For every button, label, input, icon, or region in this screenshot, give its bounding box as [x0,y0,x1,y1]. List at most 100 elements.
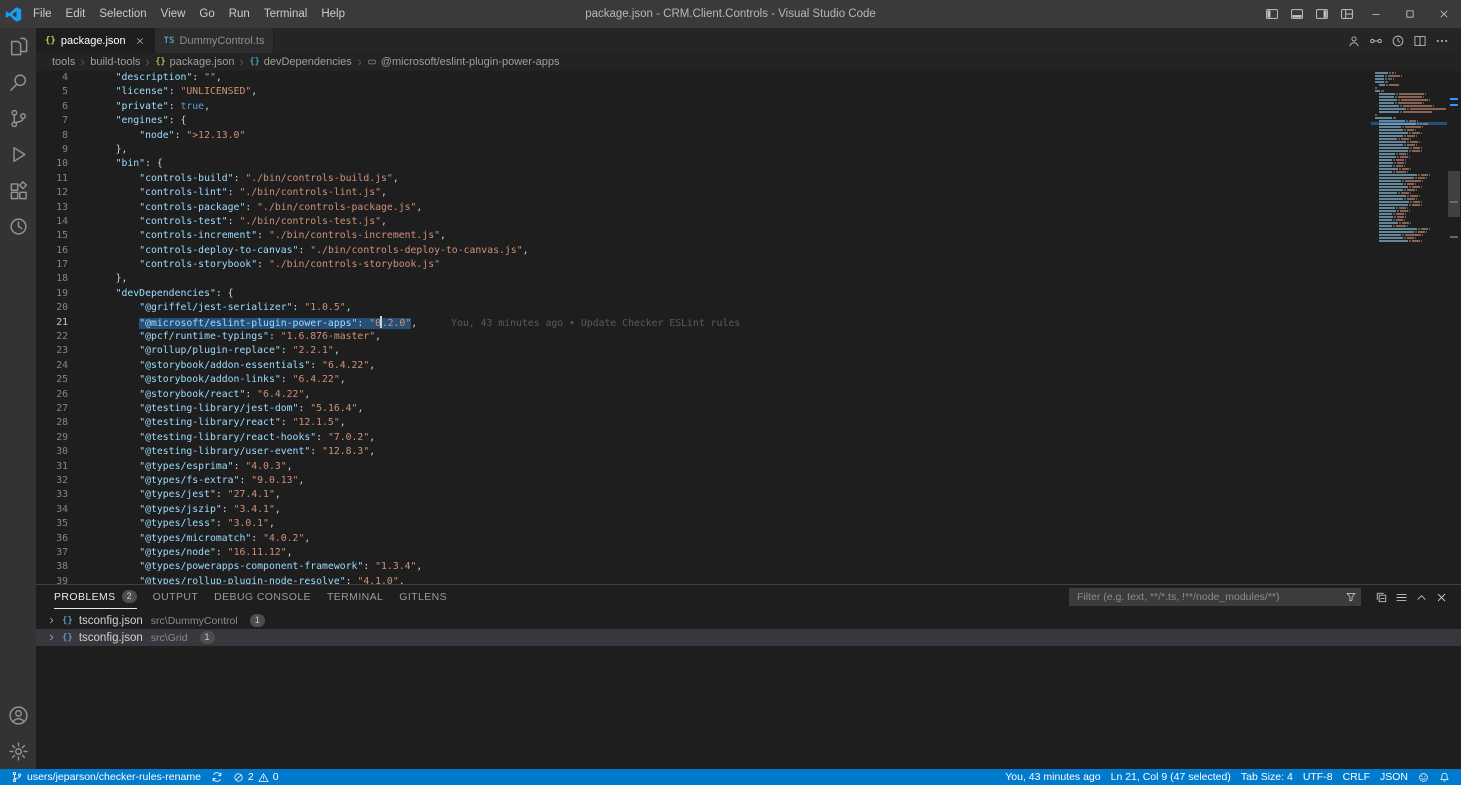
customize-layout-icon[interactable] [1334,0,1359,28]
panel-tab-terminal[interactable]: TERMINAL [327,585,383,609]
code-line[interactable]: 15 "controls-increment": "./bin/controls… [36,229,1371,243]
notifications-status[interactable] [1434,772,1455,783]
code-line[interactable]: 22 "@pcf/runtime-typings": "1.6.876-mast… [36,330,1371,344]
code-line[interactable]: 27 "@testing-library/jest-dom": "5.16.4"… [36,402,1371,416]
activitybar-gitlens[interactable] [0,208,36,244]
code-line[interactable]: 38 "@types/powerapps-component-framework… [36,560,1371,574]
code-line[interactable]: 36 "@types/micromatch": "4.0.2", [36,532,1371,546]
activitybar-source-control[interactable] [0,100,36,136]
code-line[interactable]: 33 "@types/jest": "27.4.1", [36,488,1371,502]
menu-item-help[interactable]: Help [314,0,352,28]
feedback-status[interactable] [1413,772,1434,783]
activitybar-accounts[interactable] [0,697,36,733]
maximize-button[interactable] [1393,0,1427,28]
language-mode-status[interactable]: JSON [1375,771,1413,783]
scrollbar-slider[interactable] [1448,171,1460,217]
toggle-sidebar-icon[interactable] [1259,0,1284,28]
code-line[interactable]: 18 }, [36,272,1371,286]
code-line[interactable]: 21 "@microsoft/eslint-plugin-power-apps"… [36,316,1371,330]
code-line[interactable]: 19 "devDependencies": { [36,287,1371,301]
code-line[interactable]: 23 "@rollup/plugin-replace": "2.2.1", [36,344,1371,358]
code-line[interactable]: 13 "controls-package": "./bin/controls-p… [36,201,1371,215]
code-line[interactable]: 17 "controls-storybook": "./bin/controls… [36,258,1371,272]
code-line[interactable]: 34 "@types/jszip": "3.4.1", [36,503,1371,517]
tab-DummyControl.ts[interactable]: TSDummyControl.ts [155,28,275,53]
activitybar-search[interactable] [0,64,36,100]
code-line[interactable]: 26 "@storybook/react": "6.4.22", [36,388,1371,402]
problem-row[interactable]: {}tsconfig.jsonsrc\DummyControl1 [36,612,1461,629]
editor-scrollbar[interactable] [1447,71,1461,584]
code-line[interactable]: 25 "@storybook/addon-links": "6.4.22", [36,373,1371,387]
code-line[interactable]: 39 "@types/rollup-plugin-node-resolve": … [36,575,1371,584]
breadcrumb-item[interactable]: {}devDependencies [249,56,351,68]
code-line[interactable]: 35 "@types/less": "3.0.1", [36,517,1371,531]
code-line[interactable]: 12 "controls-lint": "./bin/controls-lint… [36,186,1371,200]
minimize-button[interactable] [1359,0,1393,28]
menu-item-run[interactable]: Run [222,0,257,28]
breadcrumb-item[interactable]: {}package.json [155,56,234,68]
code-line[interactable]: 30 "@testing-library/user-event": "12.8.… [36,445,1371,459]
tab-size-status[interactable]: Tab Size: 4 [1236,771,1298,783]
encoding-status[interactable]: UTF-8 [1298,771,1338,783]
menu-item-edit[interactable]: Edit [59,0,93,28]
problem-row[interactable]: {}tsconfig.jsonsrc\Grid1 [36,629,1461,646]
panel-tab-debug-console[interactable]: DEBUG CONSOLE [214,585,311,609]
blame-status[interactable]: You, 43 minutes ago [1000,771,1105,783]
problems-filter-input[interactable] [1075,590,1345,604]
activitybar-run-debug[interactable] [0,136,36,172]
activitybar-settings[interactable] [0,733,36,769]
activitybar-explorer[interactable] [0,28,36,64]
more-actions-icon[interactable] [1431,28,1453,53]
minimap[interactable] [1371,71,1447,584]
code-line[interactable]: 8 "node": ">12.13.0" [36,129,1371,143]
close-panel-icon[interactable] [1431,585,1451,609]
tab-package.json[interactable]: {}package.json [36,28,155,53]
close-tab-icon[interactable] [135,36,145,46]
breadcrumb-item[interactable]: build-tools [90,56,140,68]
breadcrumb-item[interactable]: @microsoft/eslint-plugin-power-apps [367,56,560,68]
collapse-all-panel-icon[interactable] [1371,585,1391,609]
code-line[interactable]: 9 }, [36,143,1371,157]
code-line[interactable]: 37 "@types/node": "16.11.12", [36,546,1371,560]
code-line[interactable]: 14 "controls-test": "./bin/controls-test… [36,215,1371,229]
code-line[interactable]: 32 "@types/fs-extra": "9.0.13", [36,474,1371,488]
menu-item-selection[interactable]: Selection [92,0,153,28]
code-line[interactable]: 31 "@types/esprima": "4.0.3", [36,460,1371,474]
code-token: "3.4.1" [234,504,275,515]
menu-item-terminal[interactable]: Terminal [257,0,314,28]
code-line[interactable]: 29 "@testing-library/react-hooks": "7.0.… [36,431,1371,445]
panel-tab-output[interactable]: OUTPUT [153,585,199,609]
problems-status[interactable]: 2 0 [228,771,284,783]
menu-item-view[interactable]: View [154,0,193,28]
activitybar-extensions[interactable] [0,172,36,208]
open-changes-icon[interactable] [1365,28,1387,53]
cursor-position-status[interactable]: Ln 21, Col 9 (47 selected) [1106,771,1236,783]
toggle-secondary-sidebar-icon[interactable] [1309,0,1334,28]
menu-item-file[interactable]: File [26,0,59,28]
file-history-icon[interactable] [1387,28,1409,53]
code-line[interactable]: 10 "bin": { [36,157,1371,171]
eol-status[interactable]: CRLF [1338,771,1375,783]
panel-tab-gitlens[interactable]: GITLENS [399,585,447,609]
split-editor-icon[interactable] [1409,28,1431,53]
breadcrumb-item[interactable]: tools [52,56,75,68]
chevron-up-panel-icon[interactable] [1411,585,1431,609]
code-line[interactable]: 20 "@griffel/jest-serializer": "1.0.5", [36,301,1371,315]
view-table-panel-icon[interactable] [1391,585,1411,609]
code-line[interactable]: 16 "controls-deploy-to-canvas": "./bin/c… [36,244,1371,258]
code-line[interactable]: 6 "private": true, [36,100,1371,114]
toggle-blame-icon[interactable] [1343,28,1365,53]
branch-status[interactable]: users/jeparson/checker-rules-rename [6,771,206,783]
menu-item-go[interactable]: Go [192,0,221,28]
code-line[interactable]: 5 "license": "UNLICENSED", [36,85,1371,99]
sync-status[interactable] [206,771,228,783]
code-line[interactable]: 7 "engines": { [36,114,1371,128]
panel-tab-problems[interactable]: PROBLEMS2 [54,585,137,609]
code-line[interactable]: 4 "description": "", [36,71,1371,85]
code-line[interactable]: 28 "@testing-library/react": "12.1.5", [36,416,1371,430]
editor[interactable]: 4 "description": "",5 "license": "UNLICE… [36,71,1461,584]
toggle-panel-icon[interactable] [1284,0,1309,28]
code-line[interactable]: 11 "controls-build": "./bin/controls-bui… [36,172,1371,186]
close-button[interactable] [1427,0,1461,28]
code-line[interactable]: 24 "@storybook/addon-essentials": "6.4.2… [36,359,1371,373]
